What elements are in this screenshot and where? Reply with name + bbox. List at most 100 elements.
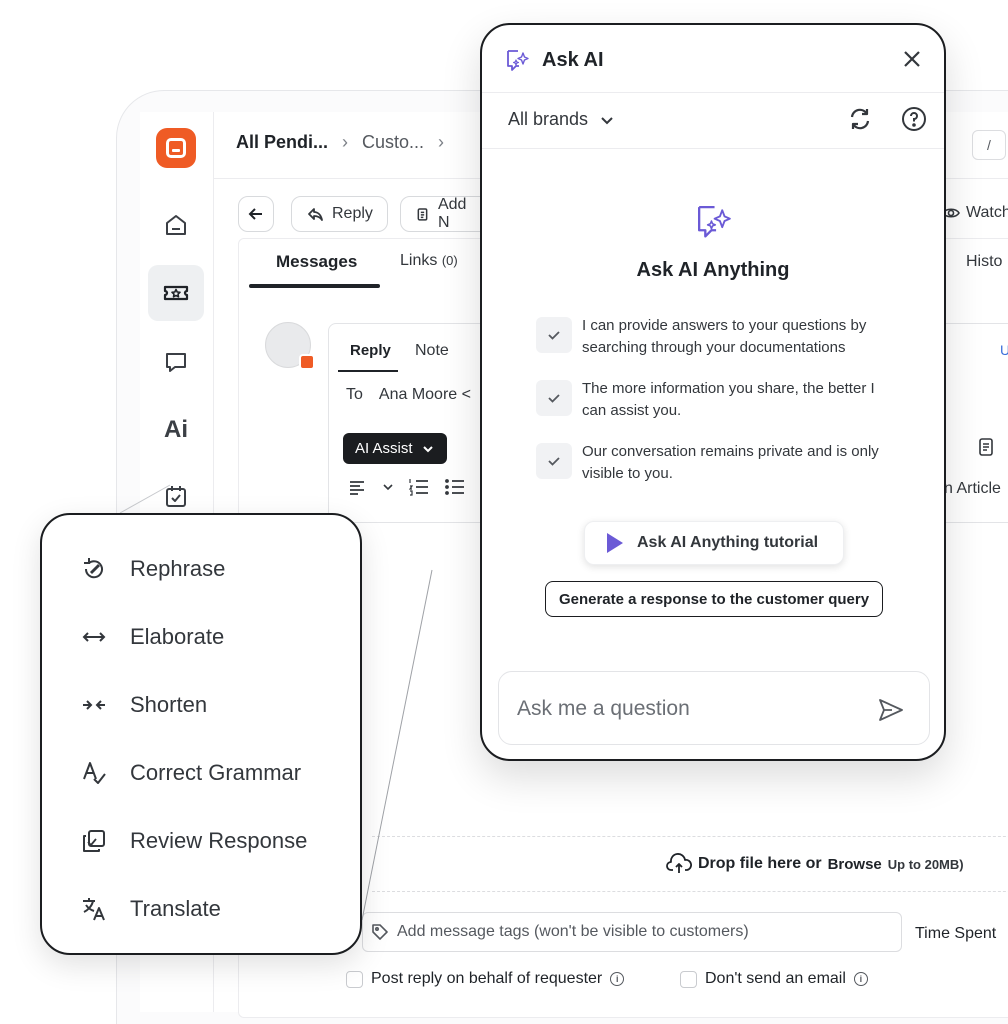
watch-button[interactable]: Watch <box>942 204 1008 222</box>
translate-icon <box>83 898 105 921</box>
tags-placeholder: Add message tags (won't be visible to cu… <box>397 923 749 940</box>
chat-icon <box>166 353 186 372</box>
ai-assist-label: AI Assist <box>355 440 413 457</box>
align-left-icon[interactable] <box>348 478 368 496</box>
search-shortcut-key[interactable]: / <box>972 130 1006 160</box>
post-on-behalf-checkbox[interactable] <box>346 970 363 988</box>
ask-ai-title: Ask AI <box>542 49 604 71</box>
post-on-behalf-label: Post reply on behalf of requester <box>371 970 603 987</box>
check-icon <box>536 443 572 479</box>
logo-mark <box>166 138 186 158</box>
tab-links-label: Links <box>400 252 438 269</box>
size-limit: Up to 20MB) <box>887 856 964 872</box>
brand-filter-label: All brands <box>508 109 589 129</box>
message-tags-input[interactable]: Add message tags (won't be visible to cu… <box>362 912 902 952</box>
menu-item-label: Rephrase <box>130 556 226 581</box>
menu-item-review-response[interactable]: Review Response <box>80 827 307 855</box>
brand-logo[interactable] <box>156 128 196 168</box>
sidebar-item-ai[interactable]: Ai <box>148 402 204 458</box>
close-icon <box>904 51 920 67</box>
ask-ai-panel: Ask AI All brands Ask AI Anything I can … <box>480 23 946 761</box>
tab-links[interactable]: Links (0) <box>400 252 458 270</box>
ask-ai-heading: Ask AI Anything <box>636 259 790 281</box>
watch-label: Watch <box>966 204 1008 221</box>
reply-button-label: Reply <box>332 205 373 222</box>
composer-tab-note[interactable]: Note <box>415 342 449 360</box>
dont-send-email-label: Don't send an email <box>705 970 846 987</box>
home-icon <box>166 215 186 235</box>
calendar-check-icon <box>166 486 186 507</box>
composer-link[interactable]: U <box>1000 342 1008 358</box>
format-toolbar <box>348 477 466 497</box>
info-icon[interactable]: i <box>610 972 625 986</box>
feature-item: The more information you share, the bett… <box>536 378 902 422</box>
to-recipient[interactable]: Ana Moore < <box>379 386 471 404</box>
post-on-behalf-option[interactable]: Post reply on behalf of requester i <box>346 970 625 988</box>
collapse-arrows-icon <box>83 700 105 710</box>
ai-assist-dropdown[interactable]: AI Assist <box>343 433 447 464</box>
send-icon[interactable] <box>877 696 905 724</box>
breadcrumb: All Pendi... › Custo... › <box>236 132 444 153</box>
time-spent-label: Time Spent <box>915 925 997 942</box>
avatar-brand-badge <box>299 354 315 370</box>
menu-item-translate[interactable]: Translate <box>80 895 221 923</box>
menu-item-correct-grammar[interactable]: Correct Grammar <box>80 759 301 787</box>
menu-item-label: Translate <box>130 896 221 921</box>
bullet-list-icon[interactable] <box>444 477 466 497</box>
reply-icon <box>308 208 323 221</box>
check-icon <box>536 317 572 353</box>
sidebar-item-chat[interactable] <box>148 334 204 390</box>
feature-text: Our conversation remains private and is … <box>582 443 879 482</box>
add-note-button[interactable]: Add N <box>400 196 490 232</box>
sidebar-item-home[interactable] <box>148 197 204 253</box>
chevron-down-icon[interactable] <box>382 481 394 493</box>
add-note-label: Add N <box>437 196 467 231</box>
ask-question-input[interactable] <box>517 694 857 724</box>
refresh-icon[interactable] <box>846 105 874 133</box>
dont-send-email-checkbox[interactable] <box>680 970 697 988</box>
composer-tab-reply[interactable]: Reply <box>350 342 391 359</box>
back-button[interactable] <box>238 196 274 232</box>
ai-sparkle-chat-icon <box>507 50 529 71</box>
sidebar-item-tickets[interactable] <box>148 265 204 321</box>
to-row: To Ana Moore < <box>346 386 471 404</box>
review-copy-icon <box>83 830 105 852</box>
stage: Ai All Pendi... › Custo... › / Reply Add… <box>0 0 1008 1024</box>
menu-item-label: Review Response <box>130 828 308 853</box>
dont-send-email-option[interactable]: Don't send an email i <box>680 970 868 988</box>
drop-text: Drop file here or <box>698 855 822 872</box>
check-icon <box>536 380 572 416</box>
browse-link[interactable]: Browse <box>828 856 882 873</box>
chevron-down-icon <box>601 116 613 124</box>
menu-item-shorten[interactable]: Shorten <box>80 691 207 719</box>
insert-article-label[interactable]: n Article <box>944 480 1001 498</box>
feature-item: I can provide answers to your questions … <box>536 315 902 359</box>
ask-question-box <box>498 671 930 745</box>
help-icon[interactable] <box>900 105 928 133</box>
ordered-list-icon[interactable] <box>408 477 430 497</box>
menu-item-rephrase[interactable]: Rephrase <box>80 555 225 583</box>
tab-messages[interactable]: Messages <box>276 252 357 272</box>
ai-assist-menu: Rephrase Elaborate Shorten Correct Gramm… <box>40 513 362 955</box>
generate-response-button[interactable]: Generate a response to the customer quer… <box>545 581 883 617</box>
tutorial-button-label: Ask AI Anything tutorial <box>637 534 819 551</box>
spellcheck-icon <box>83 762 106 784</box>
tab-history[interactable]: Histo <box>966 253 1002 271</box>
menu-item-label: Shorten <box>130 692 208 717</box>
reply-button[interactable]: Reply <box>291 196 388 232</box>
cloud-upload-icon <box>666 853 692 873</box>
play-icon <box>607 533 623 553</box>
article-icon[interactable] <box>976 437 996 457</box>
menu-item-label: Elaborate <box>130 624 225 649</box>
breadcrumb-item-customer[interactable]: Custo... <box>362 132 424 153</box>
close-button[interactable] <box>898 45 926 73</box>
drop-text-row: Drop file here or Browse Up to 20MB) <box>666 853 964 875</box>
chevron-down-icon <box>422 445 433 452</box>
brand-filter-dropdown[interactable]: All brands <box>508 109 616 130</box>
sidebar-ai-label: Ai <box>164 416 188 443</box>
chevron-right-icon: › <box>342 132 349 152</box>
tutorial-button[interactable]: Ask AI Anything tutorial <box>584 521 844 565</box>
menu-item-elaborate[interactable]: Elaborate <box>80 623 224 651</box>
info-icon[interactable]: i <box>853 972 868 986</box>
breadcrumb-item-pending[interactable]: All Pendi... <box>236 132 328 153</box>
